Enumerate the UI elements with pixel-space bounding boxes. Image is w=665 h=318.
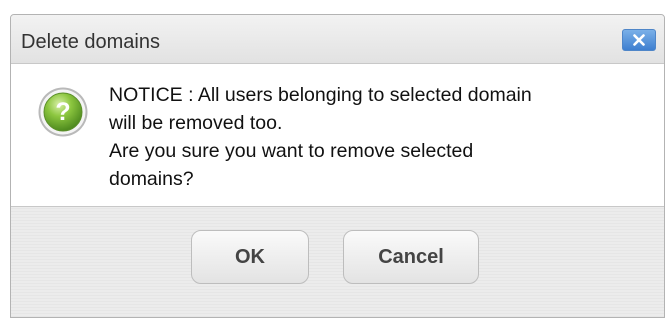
close-icon [633, 34, 645, 46]
question-icon: ? [38, 87, 88, 137]
close-button[interactable] [622, 29, 656, 51]
message-line: Are you sure you want to remove selected [109, 140, 474, 162]
dialog-title: Delete domains [21, 31, 160, 53]
dialog-titlebar[interactable]: Delete domains [11, 15, 664, 63]
message-line: will be removed too. [109, 112, 283, 134]
dialog-content: ? NOTICE : All users belonging to select… [11, 63, 664, 207]
ok-button[interactable]: OK [191, 230, 309, 284]
dialog-footer: OK Cancel [11, 207, 664, 317]
dialog-message: NOTICE : All users belonging to selected… [109, 81, 654, 193]
delete-domains-dialog: Delete domains ? NOTICE : All users belo… [10, 14, 665, 318]
message-line: NOTICE : All users belonging to selected… [109, 84, 532, 106]
cancel-button[interactable]: Cancel [343, 230, 479, 284]
svg-text:?: ? [55, 98, 70, 126]
message-line: domains? [109, 168, 194, 190]
